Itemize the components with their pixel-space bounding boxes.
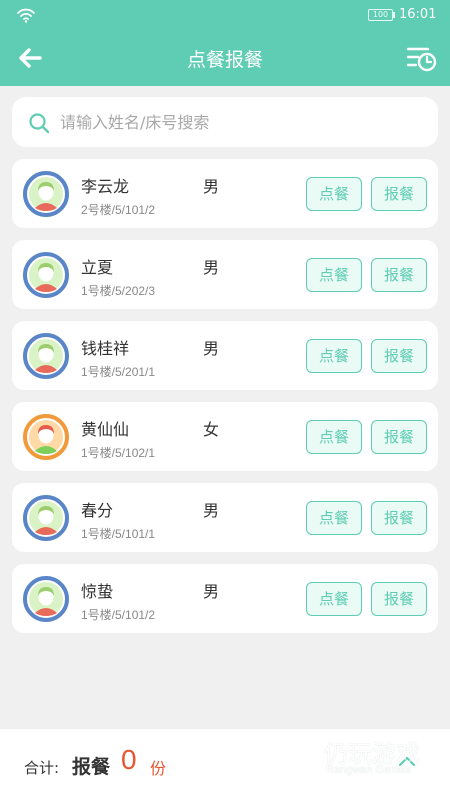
report-meal-button[interactable]: 报餐 (371, 582, 427, 616)
battery-indicator: 100 (368, 9, 393, 21)
resident-card: 黄仙仙 女 1号楼/5/102/1 点餐 报餐 (12, 402, 438, 471)
report-meal-button[interactable]: 报餐 (371, 177, 427, 211)
resident-gender: 男 (203, 501, 220, 520)
resident-gender: 女 (203, 420, 220, 439)
total-label: 合计: (24, 759, 60, 777)
resident-card: 钱桂祥 男 1号楼/5/201/1 点餐 报餐 (12, 321, 438, 390)
resident-list: 李云龙 男 2号楼/5/101/2 点餐 报餐 立夏 男 1号楼/5/202/3… (12, 159, 438, 645)
order-meal-button[interactable]: 点餐 (306, 582, 362, 616)
order-meal-button[interactable]: 点餐 (306, 501, 362, 535)
wifi-icon (17, 8, 35, 23)
total-unit: 份 (150, 759, 167, 778)
resident-name: 李云龙 (81, 177, 130, 196)
app-header: 点餐报餐 (0, 30, 450, 86)
search-bar (12, 97, 438, 147)
avatar-female-icon (23, 414, 69, 460)
resident-name: 春分 (81, 501, 114, 520)
resident-gender: 男 (203, 339, 220, 358)
resident-gender: 男 (203, 258, 220, 277)
resident-gender: 男 (203, 177, 220, 196)
report-meal-button[interactable]: 报餐 (371, 501, 427, 535)
order-meal-button[interactable]: 点餐 (306, 258, 362, 292)
order-meal-button[interactable]: 点餐 (306, 420, 362, 454)
resident-bed-address: 1号楼/5/202/3 (81, 284, 156, 298)
resident-card: 立夏 男 1号楼/5/202/3 点餐 报餐 (12, 240, 438, 309)
avatar-male-icon (23, 171, 69, 217)
battery-tip (393, 12, 395, 18)
avatar-male-icon (23, 333, 69, 379)
avatar-male-icon (23, 576, 69, 622)
search-input[interactable] (60, 107, 420, 137)
resident-bed-address: 1号楼/5/201/1 (81, 365, 156, 379)
watermark-text-en: Rengwan Games (326, 764, 411, 776)
resident-gender: 男 (203, 582, 220, 601)
resident-card: 惊蛰 男 1号楼/5/101/2 点餐 报餐 (12, 564, 438, 633)
report-meal-button[interactable]: 报餐 (371, 420, 427, 454)
watermark: 仍玩游戏 Rengwan Games (270, 732, 440, 782)
order-meal-button[interactable]: 点餐 (306, 177, 362, 211)
history-list-icon[interactable] (404, 42, 438, 74)
watermark-logo-icon (280, 740, 316, 776)
status-time: 16:01 (399, 7, 437, 22)
search-icon (29, 113, 50, 134)
report-meal-button[interactable]: 报餐 (371, 258, 427, 292)
report-meal-button[interactable]: 报餐 (371, 339, 427, 373)
total-type-label: 报餐 (72, 756, 111, 778)
order-meal-button[interactable]: 点餐 (306, 339, 362, 373)
resident-bed-address: 1号楼/5/102/1 (81, 446, 156, 460)
resident-bed-address: 1号楼/5/101/1 (81, 527, 156, 541)
status-bar: 100 16:01 (0, 0, 450, 30)
avatar-male-icon (23, 495, 69, 541)
resident-bed-address: 2号楼/5/101/2 (81, 203, 156, 217)
resident-name: 惊蛰 (81, 582, 114, 601)
resident-bed-address: 1号楼/5/101/2 (81, 608, 156, 622)
page-title: 点餐报餐 (186, 49, 263, 71)
resident-name: 立夏 (81, 258, 114, 277)
resident-name: 黄仙仙 (81, 420, 130, 439)
resident-name: 钱桂祥 (81, 339, 130, 358)
resident-card: 春分 男 1号楼/5/101/1 点餐 报餐 (12, 483, 438, 552)
total-count: 0 (121, 744, 137, 775)
resident-card: 李云龙 男 2号楼/5/101/2 点餐 报餐 (12, 159, 438, 228)
avatar-male-icon (23, 252, 69, 298)
